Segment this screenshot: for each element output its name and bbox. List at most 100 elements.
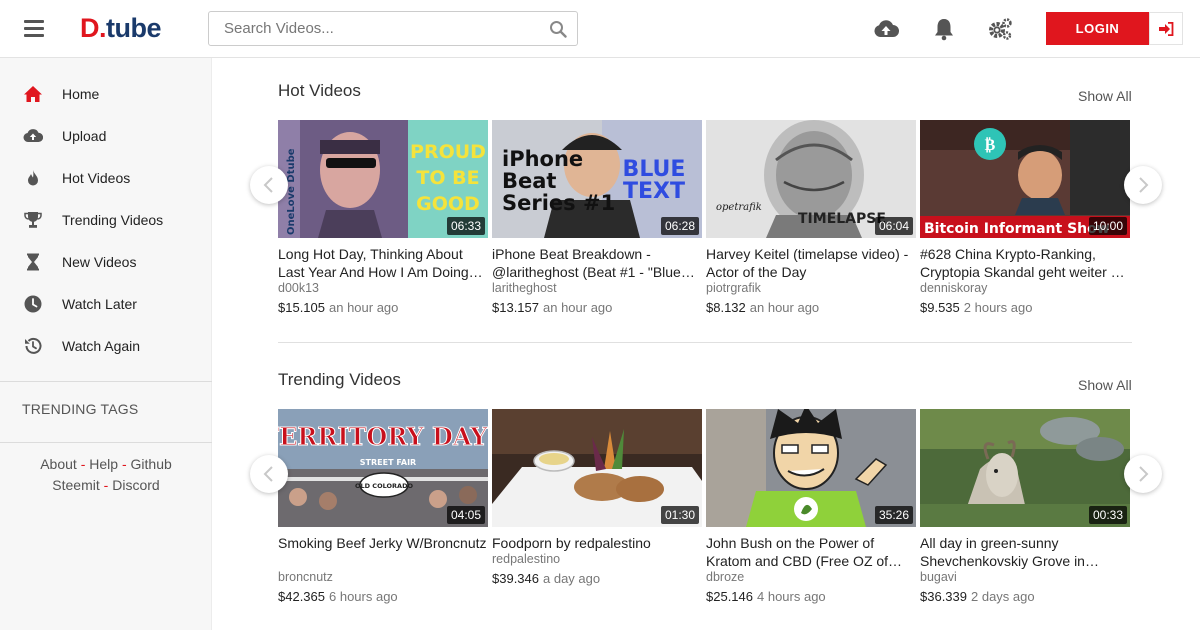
thumbnail-text: iPhone <box>502 147 583 171</box>
sign-in-button[interactable] <box>1149 12 1183 45</box>
video-title[interactable]: All day in green-sunny Shevchenkovskiy G… <box>920 534 1130 570</box>
sidebar-item-trending-videos[interactable]: Trending Videos <box>0 198 211 240</box>
hot-videos-show-all-link[interactable]: Show All <box>1078 88 1132 104</box>
login-button[interactable]: LOGIN <box>1046 12 1149 45</box>
sidebar-item-new-videos[interactable]: New Videos <box>0 240 211 282</box>
home-icon <box>24 86 42 102</box>
video-thumbnail[interactable]: ₿ Bitcoin Informant Show 10:00 <box>920 120 1130 238</box>
logo[interactable]: D.tube <box>80 13 162 44</box>
video-author[interactable]: bugavi <box>920 570 957 584</box>
trophy-icon <box>24 212 42 228</box>
video-meta: $9.535 2 hours ago <box>920 300 1032 315</box>
video-payout: $9.535 <box>920 300 960 315</box>
video-thumbnail[interactable]: 01:30 <box>492 409 702 527</box>
thumbnail-text: Series #1 <box>502 191 615 215</box>
video-duration: 35:26 <box>874 506 913 524</box>
about-link[interactable]: About <box>40 456 77 472</box>
video-author[interactable]: dbroze <box>706 570 744 584</box>
video-meta: $39.346 a day ago <box>492 571 600 586</box>
sidebar-item-home[interactable]: Home <box>0 72 211 114</box>
video-age: 6 hours ago <box>329 589 398 604</box>
cloud-upload-icon[interactable] <box>873 17 899 41</box>
footer-links-row-1: About - Help - Github <box>0 456 212 472</box>
video-author[interactable]: laritheghost <box>492 281 557 295</box>
sign-in-icon <box>1159 22 1174 36</box>
trending-videos-show-all-link[interactable]: Show All <box>1078 377 1132 393</box>
hot-videos-title: Hot Videos <box>278 81 361 100</box>
video-thumbnail[interactable]: 35:26 <box>706 409 916 527</box>
video-duration: 06:28 <box>660 217 699 235</box>
video-author[interactable]: broncnutz <box>278 570 333 584</box>
logo-brand-letter: D <box>80 13 100 43</box>
settings-cogs-icon[interactable] <box>987 17 1013 41</box>
video-age: an hour ago <box>749 300 820 315</box>
thumbnail-text: Bitcoin Informant Show <box>924 221 1110 237</box>
video-age: 4 hours ago <box>757 589 826 604</box>
video-duration: 06:04 <box>874 217 913 235</box>
video-thumbnail[interactable]: TERRITORY DAYS STREET FAIR OLD COLORADO … <box>278 409 488 527</box>
thumbnail-text: GOOD <box>416 193 480 215</box>
video-author[interactable]: piotrgrafik <box>706 281 761 295</box>
trending-tags-heading: TRENDING TAGS <box>22 401 139 417</box>
video-title[interactable]: Long Hot Day, Thinking About Last Year A… <box>278 245 488 281</box>
github-link[interactable]: Github <box>131 456 172 472</box>
thumbnail-text: TEXT <box>623 179 685 204</box>
video-title[interactable]: Foodporn by redpalestino <box>492 534 702 552</box>
sidebar-item-upload[interactable]: Upload <box>0 114 211 156</box>
video-age: 2 hours ago <box>963 300 1033 315</box>
video-duration: 06:33 <box>446 217 485 235</box>
video-duration: 04:05 <box>446 506 485 524</box>
video-thumbnail[interactable]: PROUD TO BE GOOD OneLove Dtube 06:33 <box>278 120 488 238</box>
video-thumbnail[interactable]: iPhone Beat Series #1 BLUE TEXT 06:28 <box>492 120 702 238</box>
video-author[interactable]: denniskoray <box>920 281 987 295</box>
sidebar-item-watch-again[interactable]: Watch Again <box>0 324 211 366</box>
search-input[interactable] <box>209 12 539 45</box>
video-author[interactable]: d00k13 <box>278 281 319 295</box>
carousel-next-button[interactable] <box>1124 166 1162 204</box>
carousel-prev-button[interactable] <box>250 455 288 493</box>
sidebar-divider <box>0 442 212 443</box>
menu-icon[interactable] <box>24 20 44 38</box>
chevron-right-icon <box>1139 466 1149 482</box>
chevron-right-icon <box>1139 177 1149 193</box>
video-thumbnail[interactable]: 00:33 <box>920 409 1130 527</box>
sidebar-item-hot-videos[interactable]: Hot Videos <box>0 156 211 198</box>
steemit-link[interactable]: Steemit <box>52 477 99 493</box>
video-payout: $36.339 <box>920 589 967 604</box>
discord-link[interactable]: Discord <box>112 477 159 493</box>
search-icon[interactable] <box>549 20 567 38</box>
thumbnail-text: PROUD <box>410 141 486 163</box>
search-box <box>208 11 578 46</box>
link-separator: - <box>121 456 127 472</box>
video-age: an hour ago <box>543 300 613 315</box>
video-meta: $8.132 an hour ago <box>706 300 819 315</box>
video-age: an hour ago <box>329 300 399 315</box>
video-title[interactable]: #628 China Krypto-Ranking, Cryptopia Ska… <box>920 245 1130 281</box>
video-title[interactable]: Harvey Keitel (timelapse video) - Actor … <box>706 245 916 281</box>
hourglass-icon <box>27 253 39 271</box>
thumbnail-text: TIMELAPSE <box>798 211 886 227</box>
sidebar-item-label: Home <box>62 86 100 102</box>
video-payout: $15.105 <box>278 300 325 315</box>
video-title[interactable]: iPhone Beat Breakdown - @laritheghost (B… <box>492 245 702 281</box>
fire-icon <box>28 170 38 186</box>
sidebar-item-label: Trending Videos <box>62 212 164 228</box>
sidebar-item-watch-later[interactable]: Watch Later <box>0 282 211 324</box>
video-meta: $25.146 4 hours ago <box>706 589 826 604</box>
video-thumbnail[interactable]: opetrafik TIMELAPSE 06:04 <box>706 120 916 238</box>
sidebar-item-label: Upload <box>62 128 107 144</box>
video-age: a day ago <box>543 571 601 586</box>
trending-videos-title: Trending Videos <box>278 370 401 389</box>
carousel-prev-button[interactable] <box>250 166 288 204</box>
help-link[interactable]: Help <box>89 456 118 472</box>
video-payout: $13.157 <box>492 300 539 315</box>
video-title[interactable]: Smoking Beef Jerky W/Broncnutz <box>278 534 488 552</box>
chevron-left-icon <box>263 177 273 193</box>
video-age: 2 days ago <box>971 589 1035 604</box>
carousel-next-button[interactable] <box>1124 455 1162 493</box>
bell-icon[interactable] <box>931 17 957 41</box>
history-icon <box>25 337 42 354</box>
video-title[interactable]: John Bush on the Power of Kratom and CBD… <box>706 534 916 570</box>
link-separator: - <box>103 477 109 493</box>
video-author[interactable]: redpalestino <box>492 552 560 566</box>
